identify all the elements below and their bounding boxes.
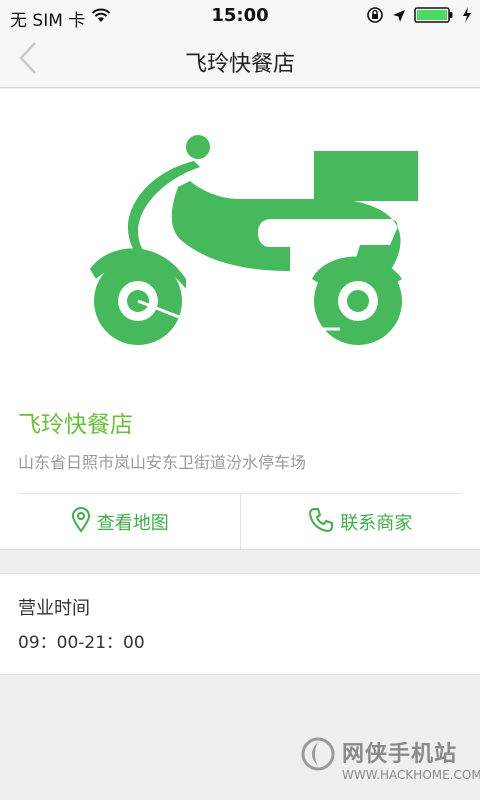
shop-address: 山东省日照市岚山安东卫街道汾水停车场 [18,453,307,472]
status-right [366,6,472,28]
charging-bolt-icon [462,7,472,27]
location-arrow-icon [392,8,406,27]
status-bar: 无 SIM 卡 15:00 [0,0,480,32]
page-title: 飞玲快餐店 [184,52,295,77]
scooter-illustration [90,129,420,349]
business-hours-section: 营业时间 09：00-21：00 [0,573,480,675]
view-map-button[interactable]: 查看地图 [0,494,240,550]
contact-merchant-label: 联系商家 [340,513,413,534]
hackhome-logo-icon [300,736,336,776]
contact-merchant-button[interactable]: 联系商家 [239,494,480,550]
watermark-cn: 网侠手机站 [342,742,458,767]
nav-bar: 飞玲快餐店 [0,32,480,88]
watermark: 网侠手机站 WWW.HACKHOME.COM [300,734,480,790]
business-hours-title: 营业时间 [18,598,90,619]
watermark-en: WWW.HACKHOME.COM [342,768,480,782]
phone-icon [308,507,334,537]
map-pin-icon [71,507,91,537]
battery-icon [414,6,454,28]
action-row: 查看地图 联系商家 [0,494,480,550]
business-hours-value: 09：00-21：00 [18,633,145,653]
shop-name: 飞玲快餐店 [18,412,133,438]
view-map-label: 查看地图 [96,513,169,534]
shop-card: 飞玲快餐店 山东省日照市岚山安东卫街道汾水停车场 查看地图 联系商家 [0,89,480,550]
lock-rotation-icon [366,6,384,28]
